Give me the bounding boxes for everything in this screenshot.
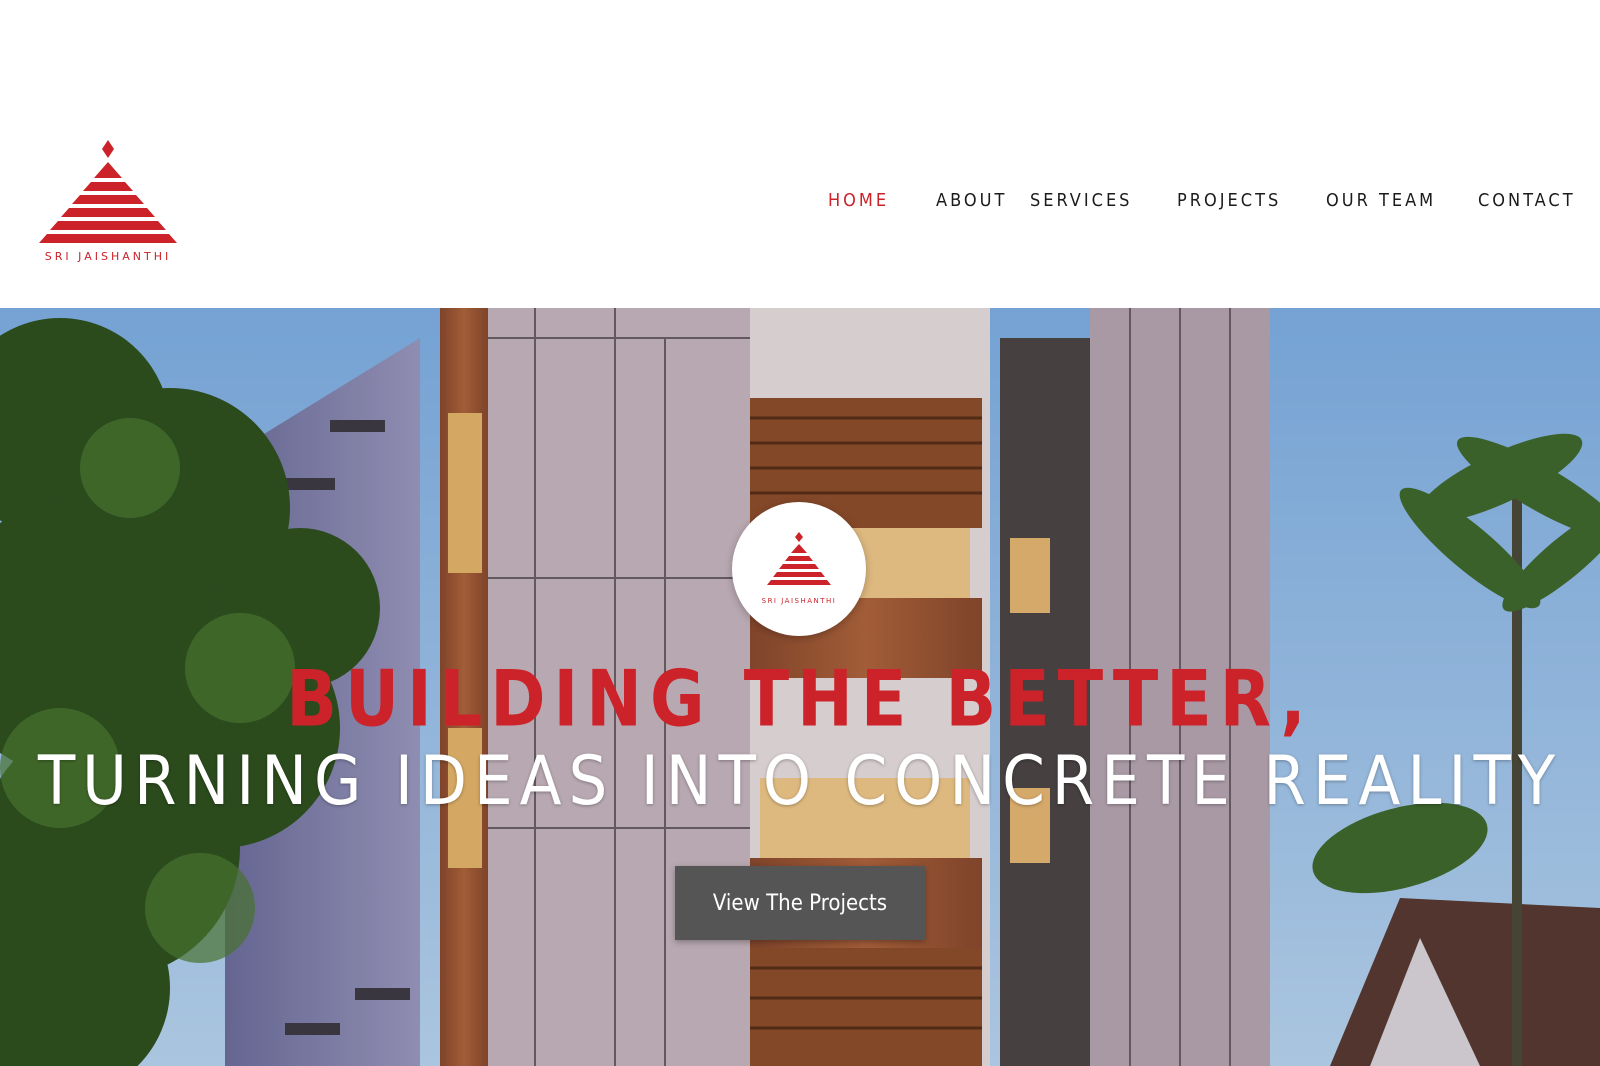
hero-headline: BUILDING THE BETTER, [286,653,1314,745]
nav-home[interactable]: HOME [828,190,889,211]
main-nav: HOME ABOUT SERVICES PROJECTS OUR TEAM CO… [0,190,1600,220]
hero-subline: TURNING IDEAS INTO CONCRETE REALITY [37,742,1563,821]
brand-name: SRI JAISHANTHI [44,250,172,263]
pyramid-logo-icon [767,532,831,585]
nav-contact[interactable]: CONTACT [1478,190,1576,211]
hero-section: SRI JAISHANTHI BUILDING THE BETTER, TURN… [0,308,1600,1066]
badge-brand-name: SRI JAISHANTHI [761,597,837,605]
site-header: SRI JAISHANTHI HOME ABOUT SERVICES PROJE… [0,0,1600,308]
nav-our-team[interactable]: OUR TEAM [1326,190,1436,211]
nav-services[interactable]: SERVICES [1030,190,1132,211]
view-projects-button[interactable]: View The Projects [675,866,925,940]
hero-logo-badge: SRI JAISHANTHI [732,502,866,636]
nav-projects[interactable]: PROJECTS [1177,190,1281,211]
nav-about[interactable]: ABOUT [936,190,1007,211]
